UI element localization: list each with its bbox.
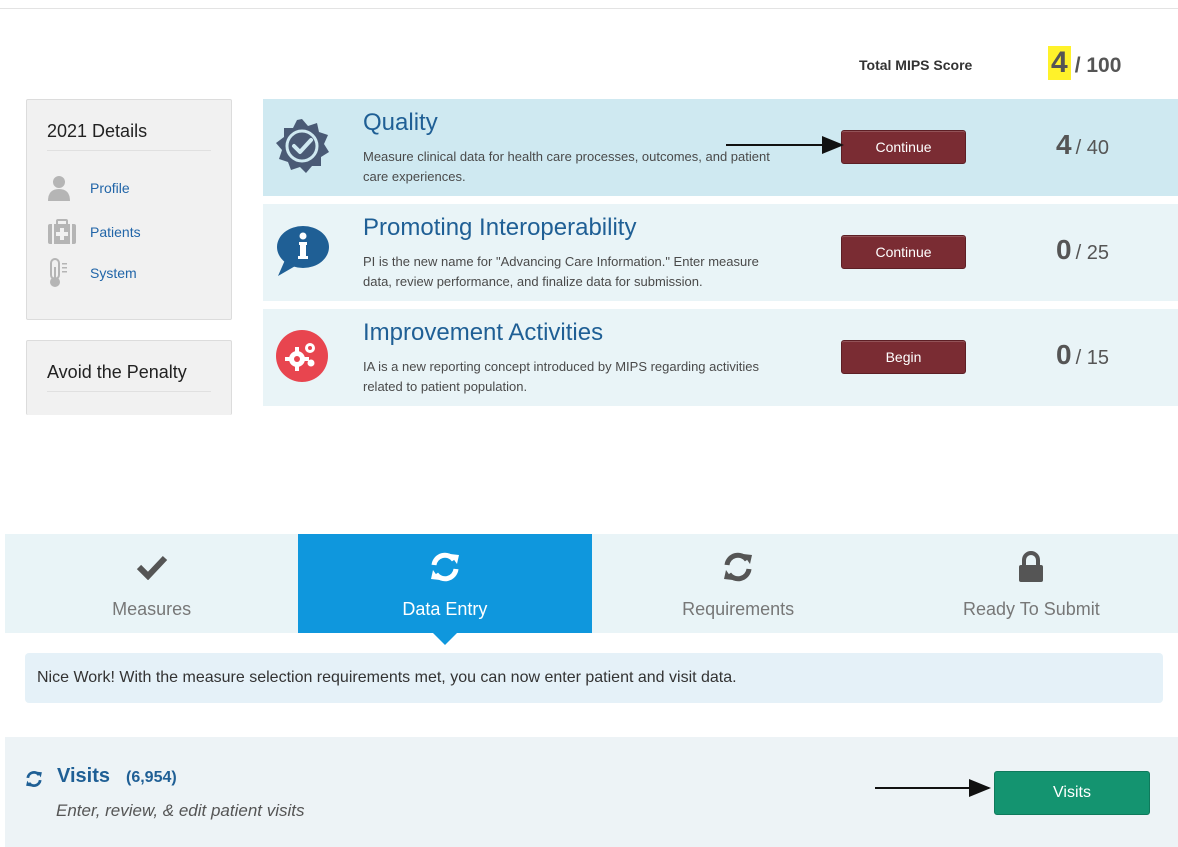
category-title: Improvement Activities — [363, 319, 604, 346]
total-score-value: 4 — [1048, 46, 1071, 80]
tab-label: Requirements — [682, 599, 795, 619]
category-promoting-interoperability: Promoting Interoperability PI is the new… — [263, 204, 1178, 301]
tab-data-entry[interactable]: Data Entry — [298, 534, 592, 633]
sidebar-item-label: Patients — [90, 224, 141, 240]
top-divider — [0, 8, 1178, 9]
visits-section: Visits (6,954) Enter, review, & edit pat… — [5, 737, 1178, 847]
category-quality: Quality Measure clinical data for health… — [263, 99, 1178, 196]
details-divider — [47, 150, 211, 151]
category-score-max: / 15 — [1075, 347, 1109, 369]
tab-label: Ready To Submit — [963, 599, 1100, 619]
person-icon — [47, 173, 81, 203]
quality-continue-button[interactable]: Continue — [841, 130, 966, 164]
category-score-value: 0 — [1056, 339, 1072, 370]
gears-icon — [273, 327, 331, 385]
category-description: IA is a new reporting concept introduced… — [363, 359, 759, 394]
visits-count: (6,954) — [126, 769, 177, 786]
tab-ready-to-submit[interactable]: Ready To Submit — [885, 534, 1178, 633]
ia-begin-button[interactable]: Begin — [841, 340, 966, 374]
visits-title: Visits — [57, 765, 110, 787]
checkmark-icon — [135, 550, 169, 584]
category-score: 4 / 40 — [1056, 129, 1109, 161]
category-score-max: / 40 — [1075, 137, 1109, 159]
sidebar-item-label: System — [90, 265, 137, 281]
category-score-max: / 25 — [1075, 242, 1109, 264]
total-mips-score: 4 / 100 — [1048, 46, 1121, 80]
annotation-arrow-visits — [875, 779, 991, 797]
refresh-icon — [428, 550, 462, 584]
tab-measures[interactable]: Measures — [5, 534, 298, 633]
tab-label: Data Entry — [402, 599, 488, 619]
category-score-value: 0 — [1056, 234, 1072, 265]
category-description: PI is the new name for "Advancing Care I… — [363, 254, 759, 289]
annotation-arrow-quality — [726, 136, 844, 154]
category-score: 0 / 15 — [1056, 339, 1109, 371]
sidebar-item-profile[interactable]: Profile — [47, 173, 130, 203]
total-mips-label: Total MIPS Score — [859, 57, 973, 73]
refresh-icon — [721, 550, 755, 584]
penalty-title: Avoid the Penalty — [47, 362, 187, 382]
refresh-icon — [25, 770, 43, 788]
notice-banner: Nice Work! With the measure selection re… — [25, 653, 1163, 703]
category-improvement-activities: Improvement Activities IA is a new repor… — [263, 309, 1178, 406]
tab-label: Measures — [112, 599, 192, 619]
sidebar-item-patients[interactable]: Patients — [47, 217, 141, 247]
total-score-max: / 100 — [1074, 54, 1122, 77]
visits-button[interactable]: Visits — [994, 771, 1150, 815]
penalty-divider — [47, 391, 211, 392]
sidebar-item-system[interactable]: System — [47, 258, 137, 288]
details-panel: 2021 Details Profile Patients System — [26, 99, 232, 320]
pi-continue-button[interactable]: Continue — [841, 235, 966, 269]
penalty-panel: Avoid the Penalty — [26, 340, 232, 415]
category-title: Quality — [363, 109, 438, 136]
badge-check-icon — [273, 117, 331, 175]
thermometer-icon — [47, 258, 81, 288]
category-score-value: 4 — [1056, 129, 1072, 160]
workflow-steps: Measures Data Entry Requirements Ready T… — [5, 534, 1178, 633]
medical-kit-icon — [47, 217, 81, 247]
category-title: Promoting Interoperability — [363, 214, 637, 241]
lock-icon — [1014, 550, 1048, 584]
visits-description: Enter, review, & edit patient visits — [56, 801, 305, 820]
tab-requirements[interactable]: Requirements — [592, 534, 885, 633]
sidebar-item-label: Profile — [90, 180, 130, 196]
details-title: 2021 Details — [47, 121, 148, 141]
category-score: 0 / 25 — [1056, 234, 1109, 266]
info-speech-bubble-icon — [273, 222, 331, 280]
category-description: Measure clinical data for health care pr… — [363, 149, 770, 184]
